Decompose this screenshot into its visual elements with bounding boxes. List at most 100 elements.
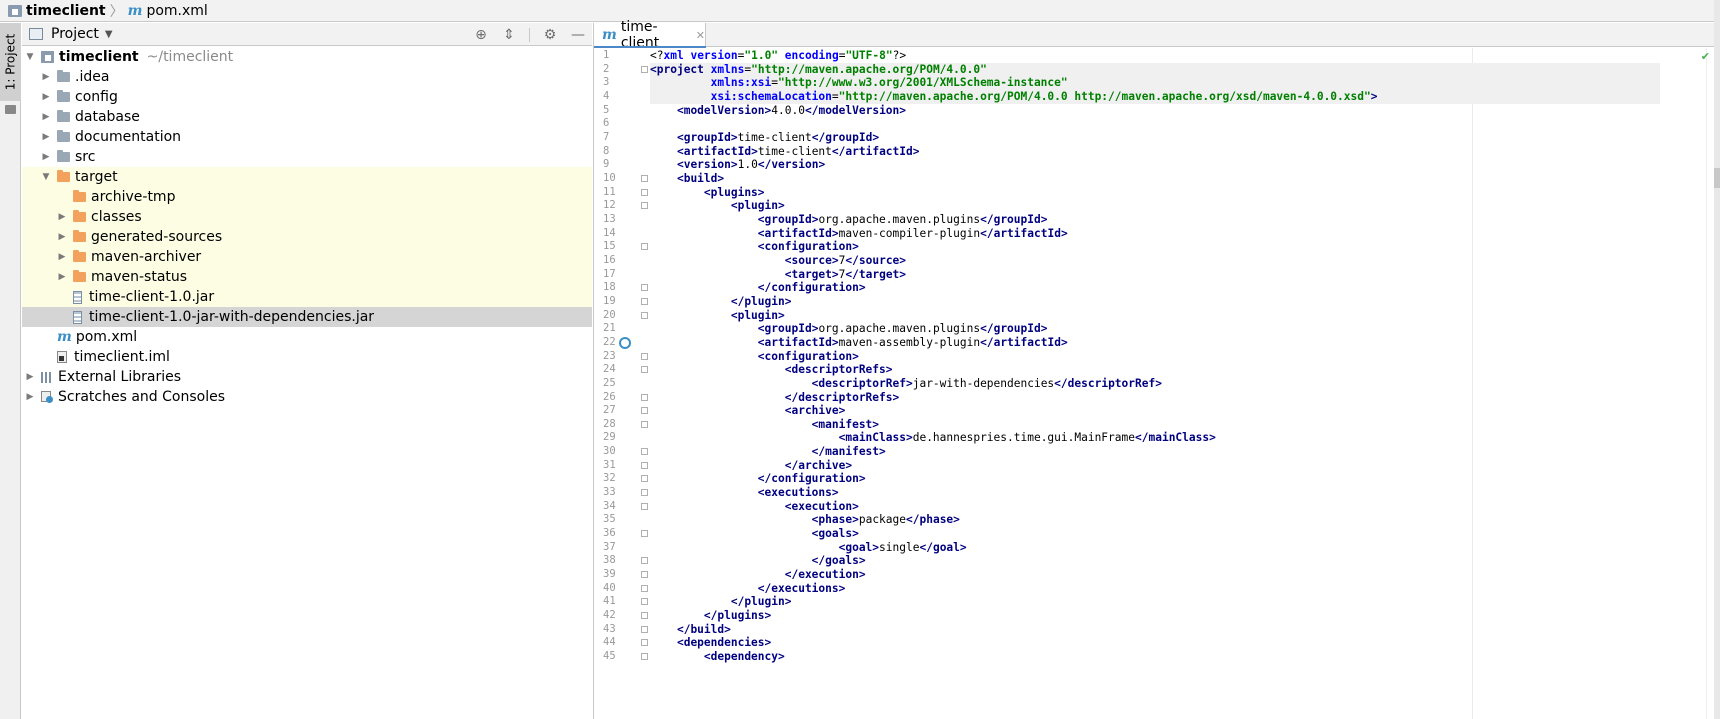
line-number[interactable]: 10: [603, 172, 623, 186]
code-line[interactable]: </plugin>: [650, 595, 792, 609]
code-line[interactable]: <goal>single</goal>: [650, 541, 967, 555]
tree-item[interactable]: ▶ External Libraries: [22, 367, 592, 387]
close-icon[interactable]: ✕: [696, 29, 705, 42]
tree-item[interactable]: ▶ Scratches and Consoles: [22, 387, 592, 407]
collapse-arrow-icon[interactable]: ▶: [56, 252, 68, 262]
line-number[interactable]: 7: [603, 131, 623, 145]
code-line[interactable]: <configuration>: [650, 240, 859, 254]
line-number[interactable]: 23: [603, 350, 623, 364]
collapse-arrow-icon[interactable]: ▶: [24, 392, 36, 402]
collapse-arrow-icon[interactable]: ▶: [40, 152, 52, 162]
fold-icon[interactable]: [641, 502, 648, 510]
line-number[interactable]: 14: [603, 227, 623, 241]
gear-icon[interactable]: ⚙: [542, 27, 558, 43]
collapse-arrow-icon[interactable]: ▶: [40, 132, 52, 142]
code-line[interactable]: <execution>: [650, 500, 859, 514]
line-number[interactable]: 31: [603, 459, 623, 473]
line-number[interactable]: 35: [603, 513, 623, 527]
line-number[interactable]: 26: [603, 391, 623, 405]
code-line[interactable]: <plugins>: [650, 186, 765, 200]
line-number[interactable]: 45: [603, 650, 623, 664]
fold-icon[interactable]: [641, 366, 648, 374]
line-number[interactable]: 28: [603, 418, 623, 432]
line-number[interactable]: 1: [603, 49, 623, 63]
code-line[interactable]: </goals>: [650, 554, 866, 568]
fold-icon[interactable]: [641, 407, 648, 415]
code-line[interactable]: <executions>: [650, 486, 839, 500]
fold-icon[interactable]: [641, 420, 648, 428]
tree-item[interactable]: ▼ target: [22, 167, 592, 187]
fold-icon[interactable]: [641, 584, 648, 592]
code-line[interactable]: <?xml version="1.0" encoding="UTF-8"?>: [650, 49, 906, 63]
fold-icon[interactable]: [641, 612, 648, 620]
line-number[interactable]: 4: [603, 90, 623, 104]
code-line[interactable]: <build>: [650, 172, 724, 186]
fold-icon[interactable]: [641, 284, 648, 292]
expand-arrow-icon[interactable]: ▼: [24, 52, 36, 62]
code-line[interactable]: <mainClass>de.hannespries.time.gui.MainF…: [650, 431, 1216, 445]
code-line[interactable]: <phase>package</phase>: [650, 513, 960, 527]
line-number[interactable]: 38: [603, 554, 623, 568]
line-number[interactable]: 39: [603, 568, 623, 582]
code-line[interactable]: <artifactId>maven-compiler-plugin</artif…: [650, 227, 1068, 241]
collapse-arrow-icon[interactable]: ▶: [40, 72, 52, 82]
line-number[interactable]: 29: [603, 431, 623, 445]
line-number[interactable]: 41: [603, 595, 623, 609]
code-line[interactable]: </descriptorRefs>: [650, 391, 900, 405]
code-line[interactable]: <goals>: [650, 527, 859, 541]
tree-item[interactable]: ▶ documentation: [22, 127, 592, 147]
code-line[interactable]: </execution>: [650, 568, 866, 582]
tree-item[interactable]: time-client-1.0.jar: [22, 287, 592, 307]
fold-icon[interactable]: [641, 653, 648, 661]
tree-item[interactable]: ▼ timeclient ~/timeclient: [22, 47, 592, 67]
code-line[interactable]: <archive>: [650, 404, 846, 418]
fold-icon[interactable]: [641, 393, 648, 401]
code-text[interactable]: <?xml version="1.0" encoding="UTF-8"?> <p…: [650, 48, 1720, 719]
code-line[interactable]: <groupId>time-client</groupId>: [650, 131, 879, 145]
tree-item[interactable]: m pom.xml: [22, 327, 592, 347]
code-line[interactable]: <plugin>: [650, 309, 785, 323]
tree-item[interactable]: timeclient.iml: [22, 347, 592, 367]
fold-icon[interactable]: [641, 65, 648, 73]
tree-item[interactable]: ▶ generated-sources: [22, 227, 592, 247]
line-number[interactable]: 34: [603, 500, 623, 514]
tree-item[interactable]: archive-tmp: [22, 187, 592, 207]
line-number[interactable]: 9: [603, 158, 623, 172]
line-number[interactable]: 33: [603, 486, 623, 500]
code-editor[interactable]: 1 2 3 4 5 6 7 8 9 10 11 12 13 14 15 16 17 18 19 20 21 22 23 24 2…: [594, 48, 1720, 719]
code-line[interactable]: </archive>: [650, 459, 852, 473]
line-number[interactable]: 11: [603, 186, 623, 200]
line-number[interactable]: 43: [603, 623, 623, 637]
code-line[interactable]: </configuration>: [650, 472, 866, 486]
line-number[interactable]: 8: [603, 145, 623, 159]
code-line[interactable]: <plugin>: [650, 199, 785, 213]
fold-icon[interactable]: [641, 475, 648, 483]
code-line[interactable]: </executions>: [650, 582, 846, 596]
line-number[interactable]: 12: [603, 199, 623, 213]
project-view-selector[interactable]: Project: [51, 26, 99, 42]
fold-icon[interactable]: [641, 571, 648, 579]
tab-time-client[interactable]: m time-client ✕: [594, 19, 706, 51]
line-number[interactable]: 21: [603, 322, 623, 336]
fold-icon[interactable]: [641, 352, 648, 360]
code-line[interactable]: <manifest>: [650, 418, 879, 432]
code-line[interactable]: <version>1.0</version>: [650, 158, 825, 172]
line-number[interactable]: 20: [603, 309, 623, 323]
code-line[interactable]: <groupId>org.apache.maven.plugins</group…: [650, 322, 1048, 336]
tree-item[interactable]: ▶ .idea: [22, 67, 592, 87]
code-line[interactable]: </configuration>: [650, 281, 866, 295]
code-line[interactable]: <configuration>: [650, 350, 859, 364]
line-number[interactable]: 40: [603, 582, 623, 596]
code-line[interactable]: </plugins>: [650, 609, 771, 623]
tree-item[interactable]: ▶ maven-archiver: [22, 247, 592, 267]
code-line[interactable]: <modelVersion>4.0.0</modelVersion>: [650, 104, 906, 118]
tree-item[interactable]: ▶ maven-status: [22, 267, 592, 287]
project-tool-window-button[interactable]: 1: Project: [0, 23, 21, 101]
collapse-arrow-icon[interactable]: ▶: [56, 212, 68, 222]
line-number[interactable]: 44: [603, 636, 623, 650]
fold-icon[interactable]: [641, 530, 648, 538]
code-line[interactable]: <dependencies>: [650, 636, 771, 650]
code-line[interactable]: <target>7</target>: [650, 268, 906, 282]
collapse-arrow-icon[interactable]: ▶: [56, 232, 68, 242]
checkmark-icon[interactable]: ✔: [1701, 50, 1710, 63]
